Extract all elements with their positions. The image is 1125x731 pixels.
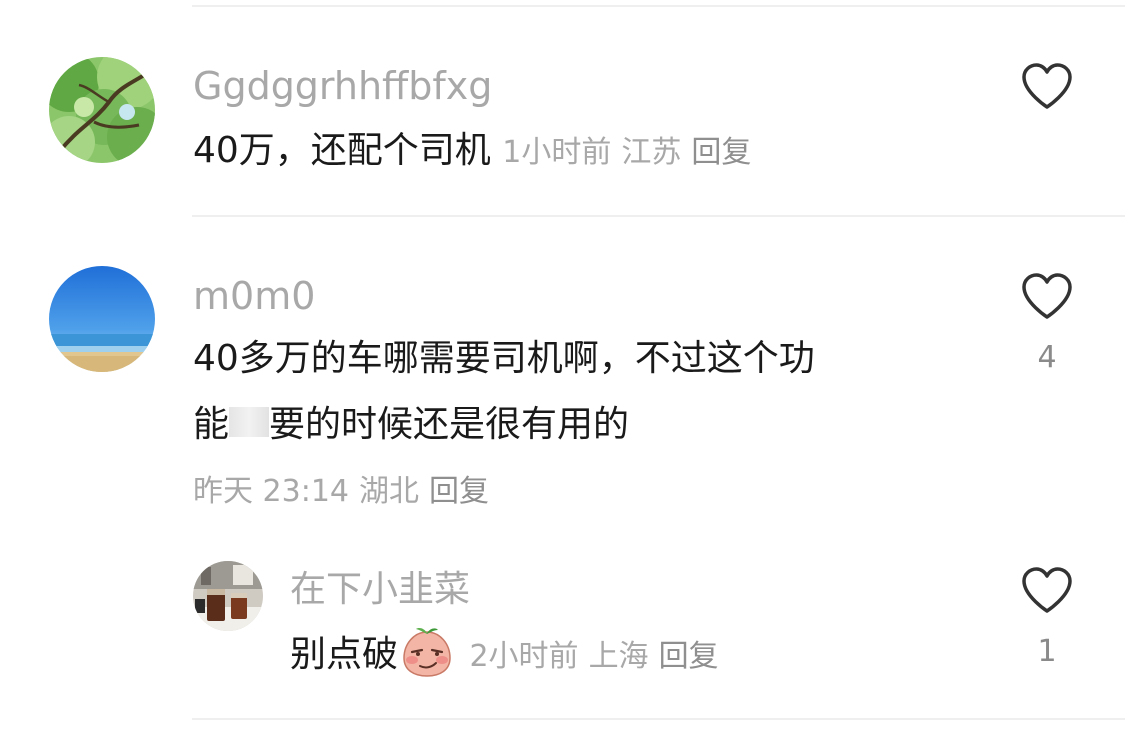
comment-time: 昨天 23:14: [193, 474, 349, 509]
comment-location: 湖北: [359, 474, 419, 509]
smirk-peach-emoji-icon: [400, 626, 454, 680]
comment-meta: 昨天 23:14 湖北 回复: [193, 462, 499, 522]
comment-text: 40万，还配个司机 1小时前 江苏 回复: [193, 118, 761, 186]
cafe-drinks-icon: [193, 561, 263, 631]
top-divider: [192, 5, 1125, 7]
reply-button[interactable]: 回复: [691, 135, 751, 170]
like-count: 1: [1037, 634, 1057, 669]
reply-body: 别点破: [290, 634, 399, 675]
avatar[interactable]: [49, 266, 155, 372]
comment-time: 1小时前: [502, 135, 612, 170]
reply-button[interactable]: 回复: [429, 474, 489, 509]
reply-time: 2小时前: [469, 639, 579, 674]
reply-button[interactable]: 回复: [659, 639, 719, 674]
bottom-divider: [192, 718, 1125, 720]
like-heart-icon[interactable]: [1021, 62, 1073, 110]
ocean-beach-icon: [49, 266, 155, 372]
comment-body: 40万，还配个司机: [193, 130, 491, 171]
tree-canopy-icon: [49, 57, 155, 163]
like-heart-icon[interactable]: [1021, 272, 1073, 320]
reply-text: 别点破 2小时前 上海 回复: [290, 622, 729, 690]
avatar[interactable]: [193, 561, 263, 631]
comment-text-part: 要的时候还是很有用的: [269, 404, 630, 445]
comment-username[interactable]: Ggdggrhhffbfxg: [193, 64, 492, 108]
like-count: 4: [1037, 340, 1057, 375]
comment-username[interactable]: m0m0: [193, 274, 315, 318]
obscured-character: [229, 407, 270, 437]
reply-username[interactable]: 在下小韭菜: [290, 568, 470, 612]
comment-text-line-2: 能要的时候还是很有用的: [193, 392, 629, 458]
like-heart-icon[interactable]: [1021, 566, 1073, 614]
comment-meta: 1小时前 江苏 回复: [502, 135, 761, 170]
comment-location: 江苏: [621, 135, 682, 170]
comment-text-part: 能: [193, 404, 230, 445]
comment-text-line-1: 40多万的车哪需要司机啊，不过这个功: [193, 338, 815, 379]
reply-meta: 2小时前 上海 回复: [469, 639, 728, 674]
reply-location: 上海: [588, 639, 649, 674]
comment-divider: [192, 215, 1125, 217]
avatar[interactable]: [49, 57, 155, 163]
